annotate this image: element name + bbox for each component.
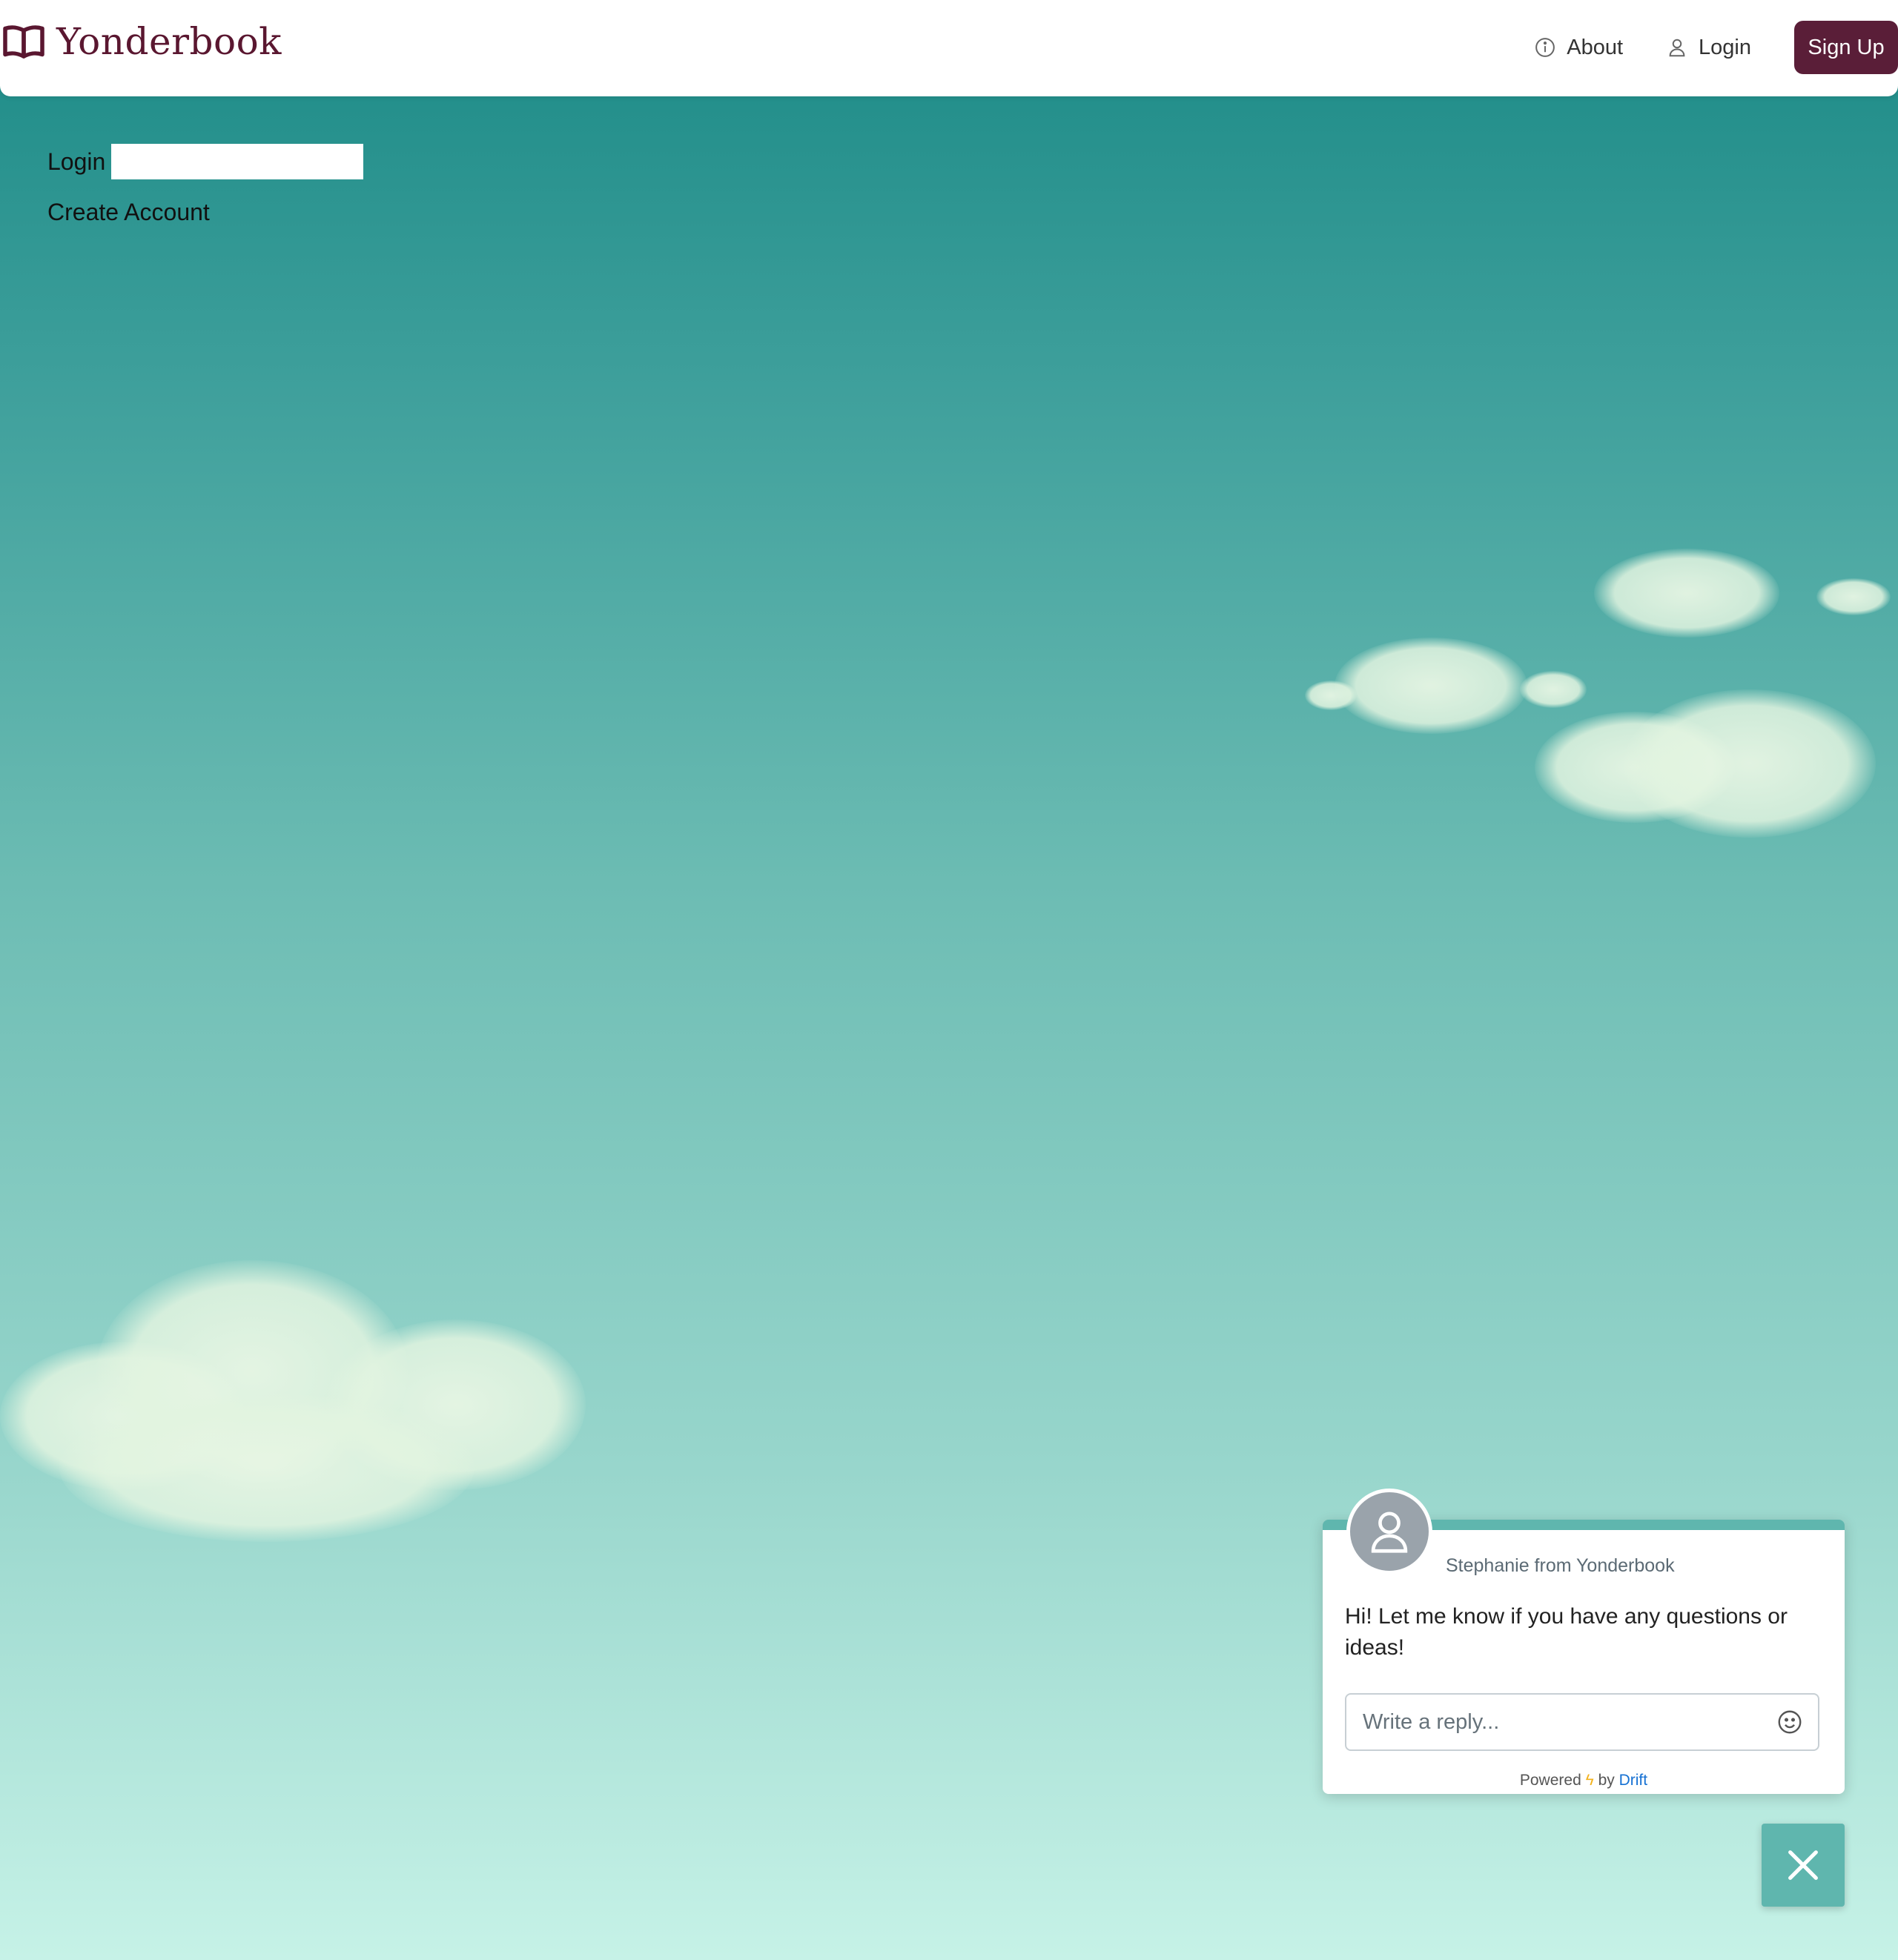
chat-widget: Stephanie from Yonderbook Hi! Let me kno… (1323, 1489, 1845, 1794)
powered-prefix: Powered (1519, 1772, 1581, 1789)
lightning-icon: ϟ (1585, 1772, 1594, 1789)
agent-avatar (1346, 1489, 1432, 1575)
open-book-icon (3, 25, 44, 59)
login-label: Login (47, 148, 106, 175)
close-icon (1788, 1850, 1818, 1880)
powered-by-text: by (1598, 1772, 1615, 1789)
chat-close-button[interactable] (1762, 1824, 1845, 1907)
emoji-icon[interactable] (1776, 1709, 1803, 1735)
user-icon (1669, 39, 1685, 57)
chat-sender: Stephanie from Yonderbook (1446, 1555, 1675, 1576)
reply-box (1345, 1693, 1819, 1751)
person-icon (1371, 1512, 1408, 1553)
brand-logo-link[interactable]: Yonderbook (1, 19, 282, 64)
drift-link[interactable]: Drift (1619, 1772, 1648, 1789)
nav-about[interactable]: About (1534, 36, 1623, 60)
top-navbar: Yonderbook About Login Sign Up (0, 0, 1898, 96)
nav-login-label: Login (1699, 35, 1751, 59)
brand-name: Yonderbook (56, 20, 282, 63)
info-icon (1535, 38, 1555, 57)
nav-login[interactable]: Login (1666, 36, 1751, 60)
powered-by-drift: Powered ϟ by Drift (1323, 1772, 1845, 1790)
top-nav: About Login Sign Up (1534, 21, 1898, 74)
sign-up-button[interactable]: Sign Up (1794, 21, 1898, 74)
login-input[interactable] (111, 144, 364, 179)
chat-message: Hi! Let me know if you have any question… (1345, 1604, 1788, 1660)
login-row: Login (47, 144, 364, 179)
nav-about-label: About (1567, 35, 1624, 59)
reply-input[interactable] (1361, 1709, 1776, 1735)
create-account-link[interactable]: Create Account (47, 199, 210, 226)
